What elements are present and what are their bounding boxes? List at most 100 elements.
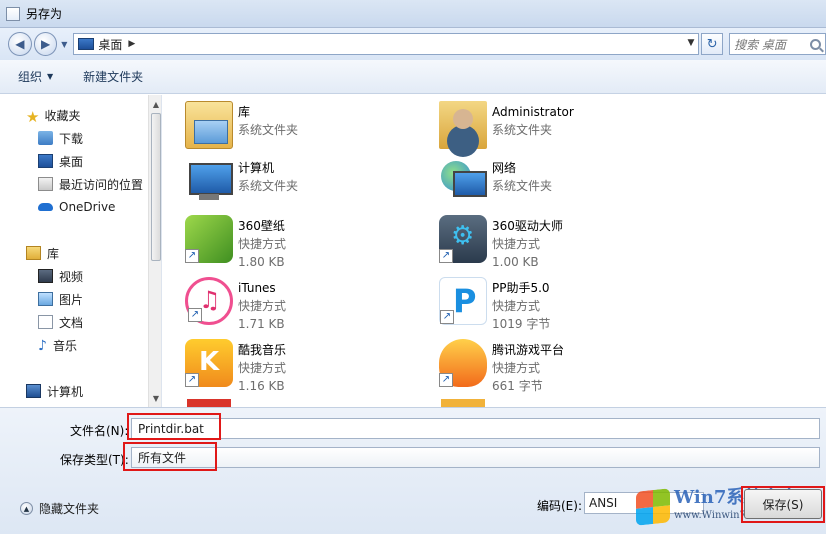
library-icon <box>26 246 41 260</box>
file-name: 酷我音乐 <box>238 343 287 357</box>
recent-places-icon <box>38 177 53 191</box>
file-size: 1.00 KB <box>492 255 539 269</box>
search-icon <box>810 38 821 50</box>
computer-icon <box>26 384 41 398</box>
notepad-icon <box>6 6 20 21</box>
windows-logo-icon <box>636 488 670 526</box>
sidebar-item-computer[interactable]: 计算机 <box>26 380 83 402</box>
file-type: 快捷方式 <box>492 361 541 375</box>
sidebar-item-videos[interactable]: 视频 <box>38 265 83 287</box>
sidebar-item-downloads[interactable]: 下载 <box>38 127 83 149</box>
sidebar-item-label: 下载 <box>59 131 84 146</box>
file-name: 计算机 <box>238 161 275 175</box>
shortcut-arrow-icon: ↗ <box>188 308 202 322</box>
back-arrow-icon: ◀ <box>15 37 25 51</box>
filetype-select[interactable]: 所有文件 <box>131 447 820 468</box>
computer-icon <box>185 157 233 205</box>
refresh-icon: ↻ <box>706 36 718 52</box>
hide-folders-button[interactable]: ▲ 隐藏文件夹 <box>20 500 99 517</box>
file-item[interactable]: ↗ 酷我音乐 快捷方式 1.16 KB <box>163 337 413 397</box>
filename-field[interactable]: Printdir.bat <box>131 418 820 439</box>
sidebar-item-music[interactable]: ♪ 音乐 <box>38 334 77 356</box>
sidebar-item-recent[interactable]: 最近访问的位置 <box>38 173 143 195</box>
pp-assistant-icon: ↗ <box>439 277 487 325</box>
file-name: iTunes <box>238 281 276 295</box>
partial-file-icon <box>441 399 485 407</box>
sidebar-item-label: 桌面 <box>59 154 84 169</box>
sidebar-item-label: 音乐 <box>52 338 77 353</box>
sidebar-item-pictures[interactable]: 图片 <box>38 288 83 310</box>
file-size: 1.71 KB <box>238 317 285 331</box>
encoding-label: 编码(E): <box>537 499 582 513</box>
command-toolbar: 组织 ▼ 新建文件夹 <box>0 60 826 94</box>
sidebar-item-label: 库 <box>47 246 60 261</box>
sidebar-item-documents[interactable]: 文档 <box>38 311 83 333</box>
address-location[interactable]: 桌面 <box>98 36 122 53</box>
file-item[interactable]: ↗ 360驱动大师 快捷方式 1.00 KB <box>417 213 667 273</box>
driver-app-icon: ↗ <box>439 215 487 263</box>
shortcut-arrow-icon: ↗ <box>439 249 453 263</box>
forward-arrow-icon: ▶ <box>40 37 51 51</box>
sidebar-item-label: OneDrive <box>59 200 116 214</box>
shortcut-arrow-icon: ↗ <box>185 249 199 263</box>
refresh-button[interactable]: ↻ <box>701 33 724 55</box>
file-type: 系统文件夹 <box>238 179 299 193</box>
address-bar[interactable]: 桌面 ▶ ▼ <box>73 33 700 55</box>
file-size: 1.80 KB <box>238 255 285 269</box>
history-dropdown[interactable]: ▼ <box>59 32 69 56</box>
file-type: 快捷方式 <box>238 361 287 375</box>
file-type: 快捷方式 <box>492 237 541 251</box>
file-type: 系统文件夹 <box>492 123 553 137</box>
file-size: 1.16 KB <box>238 379 285 393</box>
scroll-up-icon[interactable]: ▲ <box>149 97 161 111</box>
itunes-icon: ↗ <box>185 277 233 325</box>
desktop-icon <box>38 154 53 168</box>
sidebar-item-favorites[interactable]: ★ 收藏夹 <box>26 104 80 126</box>
file-name: 网络 <box>492 161 517 175</box>
filetype-label: 保存类型(T): <box>60 453 129 467</box>
sidebar-item-desktop[interactable]: 桌面 <box>38 150 83 172</box>
highlight-box <box>123 442 217 471</box>
file-name: 腾讯游戏平台 <box>492 343 565 357</box>
file-name: PP助手5.0 <box>492 281 550 295</box>
breadcrumb-arrow-icon[interactable]: ▶ <box>128 39 135 49</box>
file-item[interactable]: ↗ iTunes 快捷方式 1.71 KB <box>163 275 413 335</box>
file-item[interactable]: 计算机 系统文件夹 <box>163 155 413 211</box>
scrollbar-thumb[interactable] <box>151 113 161 261</box>
sidebar-item-libraries[interactable]: 库 <box>26 242 59 264</box>
file-type: 快捷方式 <box>238 299 287 313</box>
file-item[interactable]: Administrator 系统文件夹 <box>417 99 667 155</box>
file-item[interactable]: 库 系统文件夹 <box>163 99 413 155</box>
organize-button[interactable]: 组织 ▼ <box>18 68 53 85</box>
sidebar-item-onedrive[interactable]: OneDrive <box>38 196 115 218</box>
picture-icon <box>38 292 53 306</box>
new-folder-button[interactable]: 新建文件夹 <box>83 68 143 85</box>
address-dropdown-icon[interactable]: ▼ <box>687 38 694 48</box>
sidebar-item-label: 图片 <box>59 292 84 307</box>
sidebar-item-label: 文档 <box>59 315 84 330</box>
file-list: 库 系统文件夹 Administrator 系统文件夹 计算机 系统文件夹 网络… <box>163 95 826 407</box>
file-item[interactable]: ↗ 360壁纸 快捷方式 1.80 KB <box>163 213 413 273</box>
kuwo-music-icon: ↗ <box>185 339 233 387</box>
navigation-pane: ★ 收藏夹 下载 桌面 最近访问的位置 OneDrive 库 视频 图片 文档 … <box>0 95 162 407</box>
file-item[interactable]: ↗ 腾讯游戏平台 快捷方式 661 字节 <box>417 337 667 397</box>
user-folder-icon <box>439 101 487 149</box>
file-item[interactable]: 网络 系统文件夹 <box>417 155 667 211</box>
nav-scrollbar[interactable]: ▲ ▼ <box>148 95 161 407</box>
scroll-down-icon[interactable]: ▼ <box>149 391 161 405</box>
forward-button[interactable]: ▶ <box>33 32 58 56</box>
search-placeholder: 搜索 桌面 <box>734 37 786 52</box>
shortcut-arrow-icon: ↗ <box>185 373 199 387</box>
star-icon: ★ <box>26 108 40 126</box>
tencent-game-icon: ↗ <box>439 339 487 387</box>
file-type: 快捷方式 <box>492 299 541 313</box>
search-input[interactable]: 搜索 桌面 <box>729 33 826 55</box>
organize-label: 组织 <box>18 70 43 84</box>
partial-file-icon <box>187 399 231 407</box>
file-size: 661 字节 <box>492 379 543 393</box>
highlight-box <box>741 486 825 523</box>
wallpaper-app-icon: ↗ <box>185 215 233 263</box>
back-button[interactable]: ◀ <box>8 32 32 56</box>
hide-folders-label: 隐藏文件夹 <box>39 502 100 516</box>
file-item[interactable]: ↗ PP助手5.0 快捷方式 1019 字节 <box>417 275 667 335</box>
